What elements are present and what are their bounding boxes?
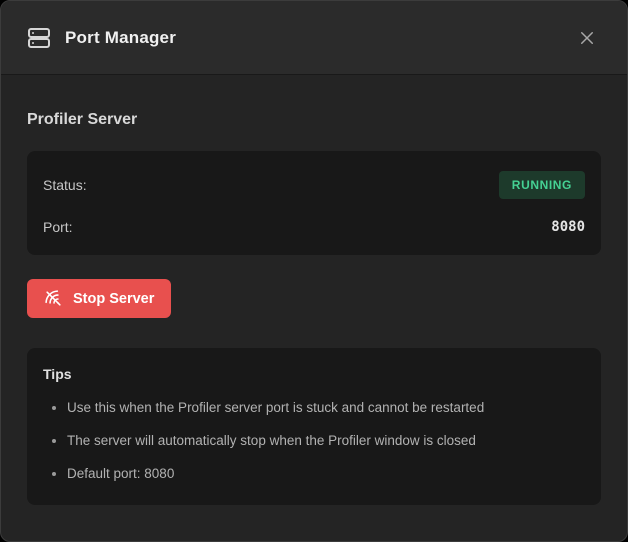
status-panel: Status: RUNNING Port: 8080 [27,151,601,255]
port-manager-dialog: Port Manager Profiler Server Status: RUN… [0,0,628,542]
server-icon [27,26,51,50]
dialog-title: Port Manager [65,28,573,48]
tips-heading: Tips [43,366,585,382]
section-heading: Profiler Server [27,111,601,129]
status-label: Status: [43,177,87,193]
tip-item: The server will automatically stop when … [67,431,585,450]
tips-list: Use this when the Profiler server port i… [43,398,585,483]
port-label: Port: [43,219,73,235]
stop-server-label: Stop Server [73,291,154,307]
tips-panel: Tips Use this when the Profiler server p… [27,348,601,505]
close-button[interactable] [573,24,601,52]
tip-item: Default port: 8080 [67,464,585,483]
status-row: Status: RUNNING [43,171,585,199]
dialog-body: Profiler Server Status: RUNNING Port: 80… [1,111,627,505]
close-icon [578,29,596,47]
tip-item: Use this when the Profiler server port i… [67,398,585,417]
status-badge: RUNNING [499,171,585,199]
port-row: Port: 8080 [43,219,585,235]
stop-server-button[interactable]: Stop Server [27,279,171,318]
wifi-off-icon [44,289,63,308]
port-value: 8080 [551,219,585,235]
titlebar: Port Manager [1,1,627,75]
